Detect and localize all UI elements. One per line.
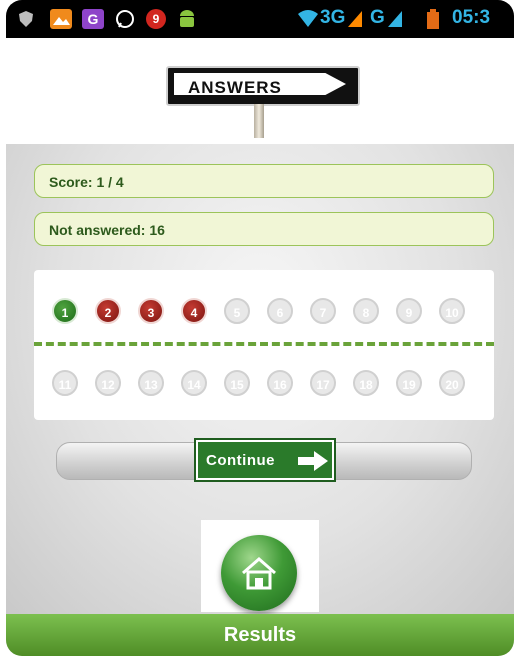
question-1-badge[interactable]: 1: [52, 298, 78, 324]
whatsapp-icon: [116, 10, 134, 28]
header: ANSWERS: [6, 38, 514, 144]
home-container: [201, 520, 319, 612]
question-10-badge[interactable]: 10: [439, 298, 465, 324]
continue-button[interactable]: Continue: [194, 438, 336, 482]
footer-title: Results: [223, 624, 297, 646]
shield-icon: [19, 11, 33, 27]
sign-text: ANSWERS: [188, 78, 282, 97]
question-12-badge[interactable]: 12: [95, 370, 121, 396]
wifi-icon: [298, 10, 318, 27]
svg-text:G: G: [88, 11, 99, 27]
question-7-badge[interactable]: 7: [310, 298, 336, 324]
question-5-badge[interactable]: 5: [224, 298, 250, 324]
question-18-badge[interactable]: 18: [353, 370, 379, 396]
question-19-badge[interactable]: 19: [396, 370, 422, 396]
question-row-2: 11 12 13 14 15 16 17 18 19 20: [52, 370, 482, 400]
divider: [34, 342, 494, 346]
question-3-badge[interactable]: 3: [138, 298, 164, 324]
question-9-badge[interactable]: 9: [396, 298, 422, 324]
home-icon: [242, 557, 276, 590]
badge-icon: 9: [146, 9, 166, 29]
battery-icon: [427, 9, 439, 29]
footer-bar: Results: [6, 614, 514, 656]
answers-sign: ANSWERS: [166, 66, 360, 106]
signal-icon: [388, 11, 402, 27]
question-4-badge[interactable]: 4: [181, 298, 207, 324]
question-13-badge[interactable]: 13: [138, 370, 164, 396]
score-label: Score: 1 / 4: [49, 174, 124, 190]
question-16-badge[interactable]: 16: [267, 370, 293, 396]
question-8-badge[interactable]: 8: [353, 298, 379, 324]
question-grid: 1 2 3 4 5 6 7 8 9 10 11 12 13 14 15 16 17 18 19 20: [34, 270, 494, 420]
question-17-badge[interactable]: 17: [310, 370, 336, 396]
score-box: Score: 1 / 4: [34, 164, 494, 198]
question-row-1: 1 2 3 4 5 6 7 8 9 10: [52, 298, 482, 328]
question-14-badge[interactable]: 14: [181, 370, 207, 396]
sign-arrow: ANSWERS: [174, 73, 346, 95]
question-11-badge[interactable]: 11: [52, 370, 78, 396]
status-bar: G 9 3G G 05:3: [6, 0, 514, 38]
question-20-badge[interactable]: 20: [439, 370, 465, 396]
phone-screen: G 9 3G G 05:3 ANSWERS Score: 1 / 4 Not a…: [6, 0, 514, 656]
not-answered-label: Not answered: 16: [49, 222, 165, 238]
gallery-icon: [50, 9, 72, 29]
network-3g-label: 3G: [320, 7, 346, 28]
sign-post: [254, 104, 264, 138]
clock: 05:3: [452, 7, 491, 28]
android-icon: [180, 10, 194, 27]
not-answered-box: Not answered: 16: [34, 212, 494, 246]
g-app-icon: G: [82, 9, 104, 29]
question-15-badge[interactable]: 15: [224, 370, 250, 396]
home-button[interactable]: [221, 535, 297, 611]
signal-icon: [348, 11, 362, 27]
arrow-right-icon: [298, 451, 328, 471]
network-g-label: G: [370, 7, 385, 28]
continue-label: Continue: [206, 452, 275, 469]
results-panel: Score: 1 / 4 Not answered: 16 1234567891…: [6, 144, 514, 614]
question-2-badge[interactable]: 2: [95, 298, 121, 324]
question-6-badge[interactable]: 6: [267, 298, 293, 324]
